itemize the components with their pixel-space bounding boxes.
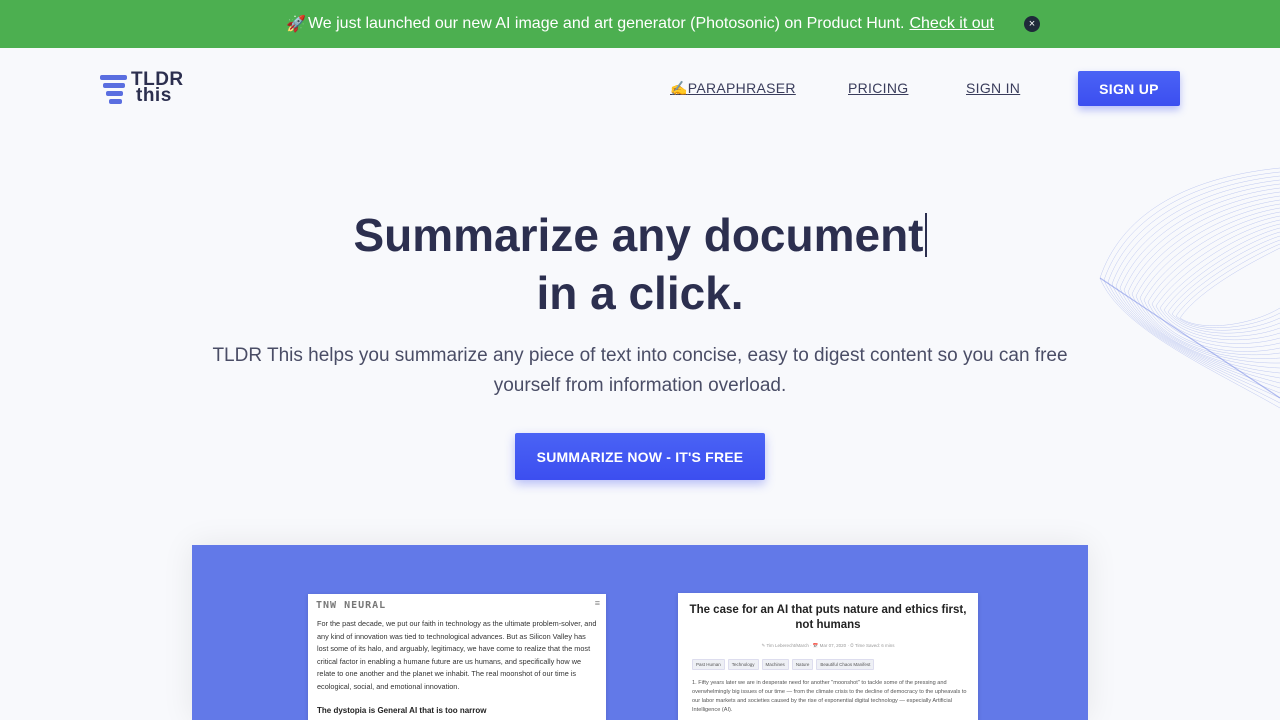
summary-list-item: 1. Fifty years later we are in desperate…	[692, 680, 967, 713]
summarize-now-button[interactable]: SUMMARIZE NOW - IT'S FREE	[515, 433, 765, 480]
nav-paraphraser[interactable]: ✍️PARAPHRASER	[670, 80, 796, 97]
hero-subtitle: TLDR This helps you summarize any piece …	[212, 345, 1068, 396]
nav-paraphraser-label: PARAPHRASER	[687, 80, 796, 96]
article-heading: The dystopia is General AI that is too n…	[317, 706, 487, 715]
hero-title: Summarize any document in a click.	[0, 206, 1280, 322]
nav-pricing[interactable]: PRICING	[848, 80, 908, 96]
banner-text: We just launched our new AI image and ar…	[307, 15, 905, 32]
logo-line2: this	[136, 85, 172, 106]
summary-tags: Past Human Technology Machines Nature Be…	[692, 659, 875, 670]
writing-hand-icon: ✍️	[670, 80, 688, 96]
tag: Nature	[791, 659, 814, 670]
summary-card: The case for an AI that puts nature and …	[678, 593, 978, 720]
tag: Technology	[727, 659, 759, 670]
check-it-out-link[interactable]: Check it out	[909, 15, 993, 33]
close-icon[interactable]: ×	[1024, 16, 1040, 32]
hero-title-line1: Summarize any document	[353, 209, 924, 261]
announcement-banner: 🚀 We just launched our new AI image and …	[0, 0, 1280, 48]
source-article-card: TNW NEURAL ≡ For the past decade, we put…	[308, 594, 606, 720]
demo-panel: TNW NEURAL ≡ For the past decade, we put…	[192, 545, 1088, 720]
menu-icon: ≡	[594, 598, 600, 608]
tag: Past Human	[692, 659, 725, 670]
rocket-icon: 🚀	[286, 16, 306, 33]
tag: Beautiful Chaos Manifest	[816, 659, 875, 670]
article-body: For the past decade, we put our faith in…	[317, 619, 597, 691]
summary-meta: ✎ Tim Leberecht/March · 📅 Mar 07, 2020 ·…	[761, 643, 895, 648]
hero-title-line2: in a click.	[536, 267, 744, 319]
text-cursor	[924, 213, 927, 257]
sign-up-button[interactable]: SIGN UP	[1078, 71, 1180, 106]
article-brand: TNW NEURAL	[316, 600, 387, 611]
summary-title: The case for an AI that puts nature and …	[689, 604, 967, 631]
tag: Machines	[761, 659, 789, 670]
nav-sign-in[interactable]: SIGN IN	[966, 80, 1020, 96]
tldr-this-logo[interactable]: TLDR this	[100, 70, 190, 106]
